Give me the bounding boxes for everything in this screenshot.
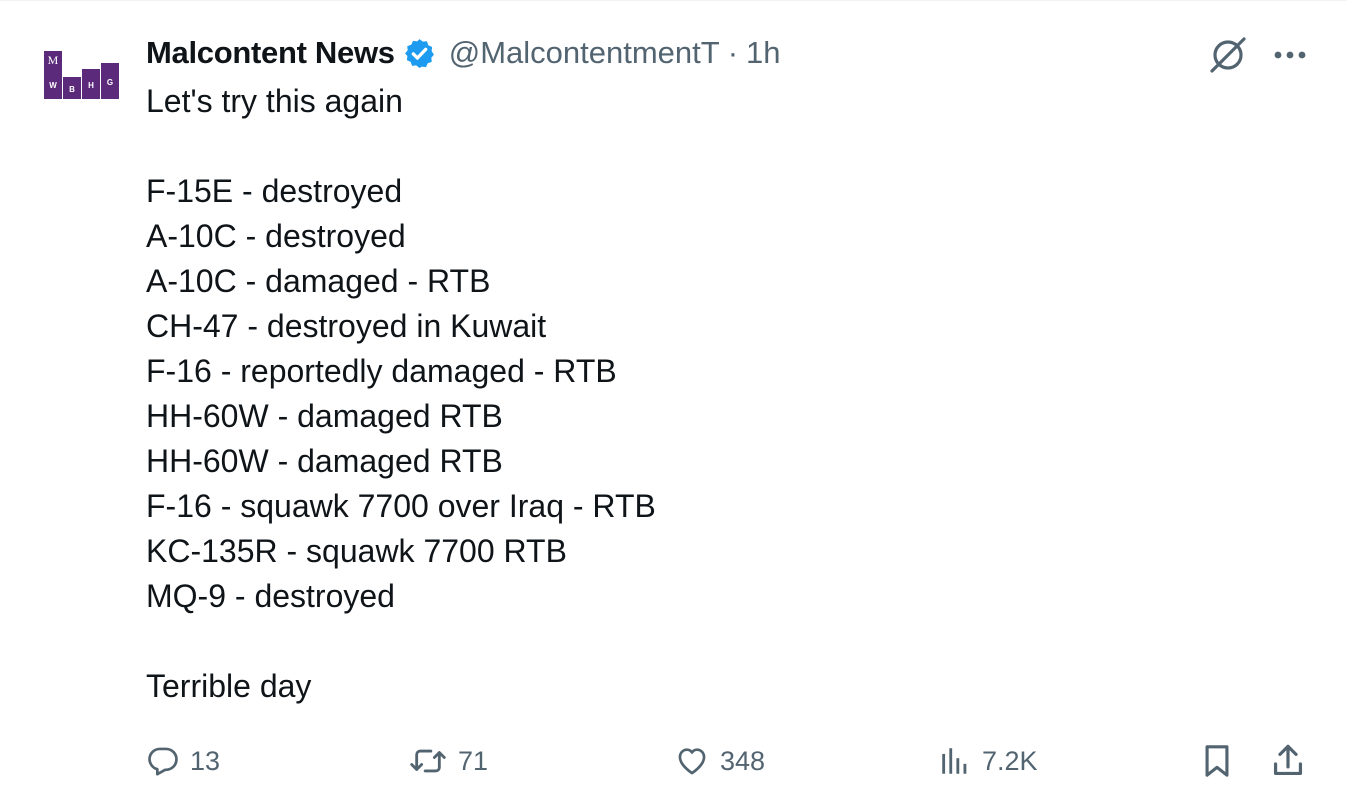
timestamp[interactable]: 1h xyxy=(746,35,780,71)
author-handle[interactable]: @MalcontentmentT xyxy=(449,35,720,71)
like-button[interactable]: 348 xyxy=(674,733,765,789)
tweet-text: Let's try this again F-15E - destroyed A… xyxy=(146,79,1296,709)
tweet-line-gap xyxy=(146,124,1296,169)
verified-badge-icon xyxy=(404,38,434,68)
bookmark-button[interactable] xyxy=(1200,733,1234,789)
avatar[interactable]: M W B H G xyxy=(42,45,120,103)
avatar-letter-h: H xyxy=(88,81,94,90)
more-button[interactable] xyxy=(1266,31,1314,79)
tweet-line: MQ-9 - destroyed xyxy=(146,578,395,614)
reply-count: 13 xyxy=(190,745,221,776)
tweet-line: Let's try this again xyxy=(146,83,403,119)
action-bar: 13 71 348 7.2K xyxy=(0,733,1347,789)
author-name[interactable]: Malcontent News xyxy=(146,35,395,71)
tweet-line-gap xyxy=(146,619,1296,664)
tweet-header: Malcontent News @MalcontentmentT · 1h xyxy=(146,31,781,75)
share-icon xyxy=(1273,744,1303,776)
like-icon xyxy=(678,748,706,775)
tweet-line: HH-60W - damaged RTB xyxy=(146,398,503,434)
more-icon xyxy=(1274,51,1306,59)
tweet-line: F-15E - destroyed xyxy=(146,173,403,209)
tweet-line: A-10C - destroyed xyxy=(146,218,406,254)
repost-button[interactable]: 71 xyxy=(408,733,488,789)
avatar-letter-w: W xyxy=(49,81,57,90)
tweet[interactable]: M W B H G Malcontent News @Malcontentmen… xyxy=(0,0,1347,806)
grok-button[interactable] xyxy=(1204,31,1252,79)
share-button[interactable] xyxy=(1270,733,1306,789)
tweet-line: Terrible day xyxy=(146,668,312,704)
views-button[interactable]: 7.2K xyxy=(938,733,1038,789)
views-icon xyxy=(942,748,967,774)
grok-icon xyxy=(1210,37,1246,73)
repost-icon xyxy=(410,749,446,773)
bookmark-icon xyxy=(1205,745,1229,777)
tweet-line: F-16 - reportedly damaged - RTB xyxy=(146,353,617,389)
tweet-line: F-16 - squawk 7700 over Iraq - RTB xyxy=(146,488,656,524)
tweet-line: KC-135R - squawk 7700 RTB xyxy=(146,533,567,569)
repost-count: 71 xyxy=(458,745,489,776)
reply-button[interactable]: 13 xyxy=(146,733,220,789)
tweet-line: HH-60W - damaged RTB xyxy=(146,443,503,479)
avatar-letter-b: B xyxy=(69,85,75,94)
avatar-letter-m: M xyxy=(48,53,59,67)
tweet-line: CH-47 - destroyed in Kuwait xyxy=(146,308,547,344)
tweet-line: A-10C - damaged - RTB xyxy=(146,263,491,299)
avatar-letter-g: G xyxy=(107,78,113,87)
reply-icon xyxy=(148,747,178,776)
like-count: 348 xyxy=(720,745,766,776)
separator-dot: · xyxy=(727,35,739,70)
views-count: 7.2K xyxy=(982,745,1038,776)
